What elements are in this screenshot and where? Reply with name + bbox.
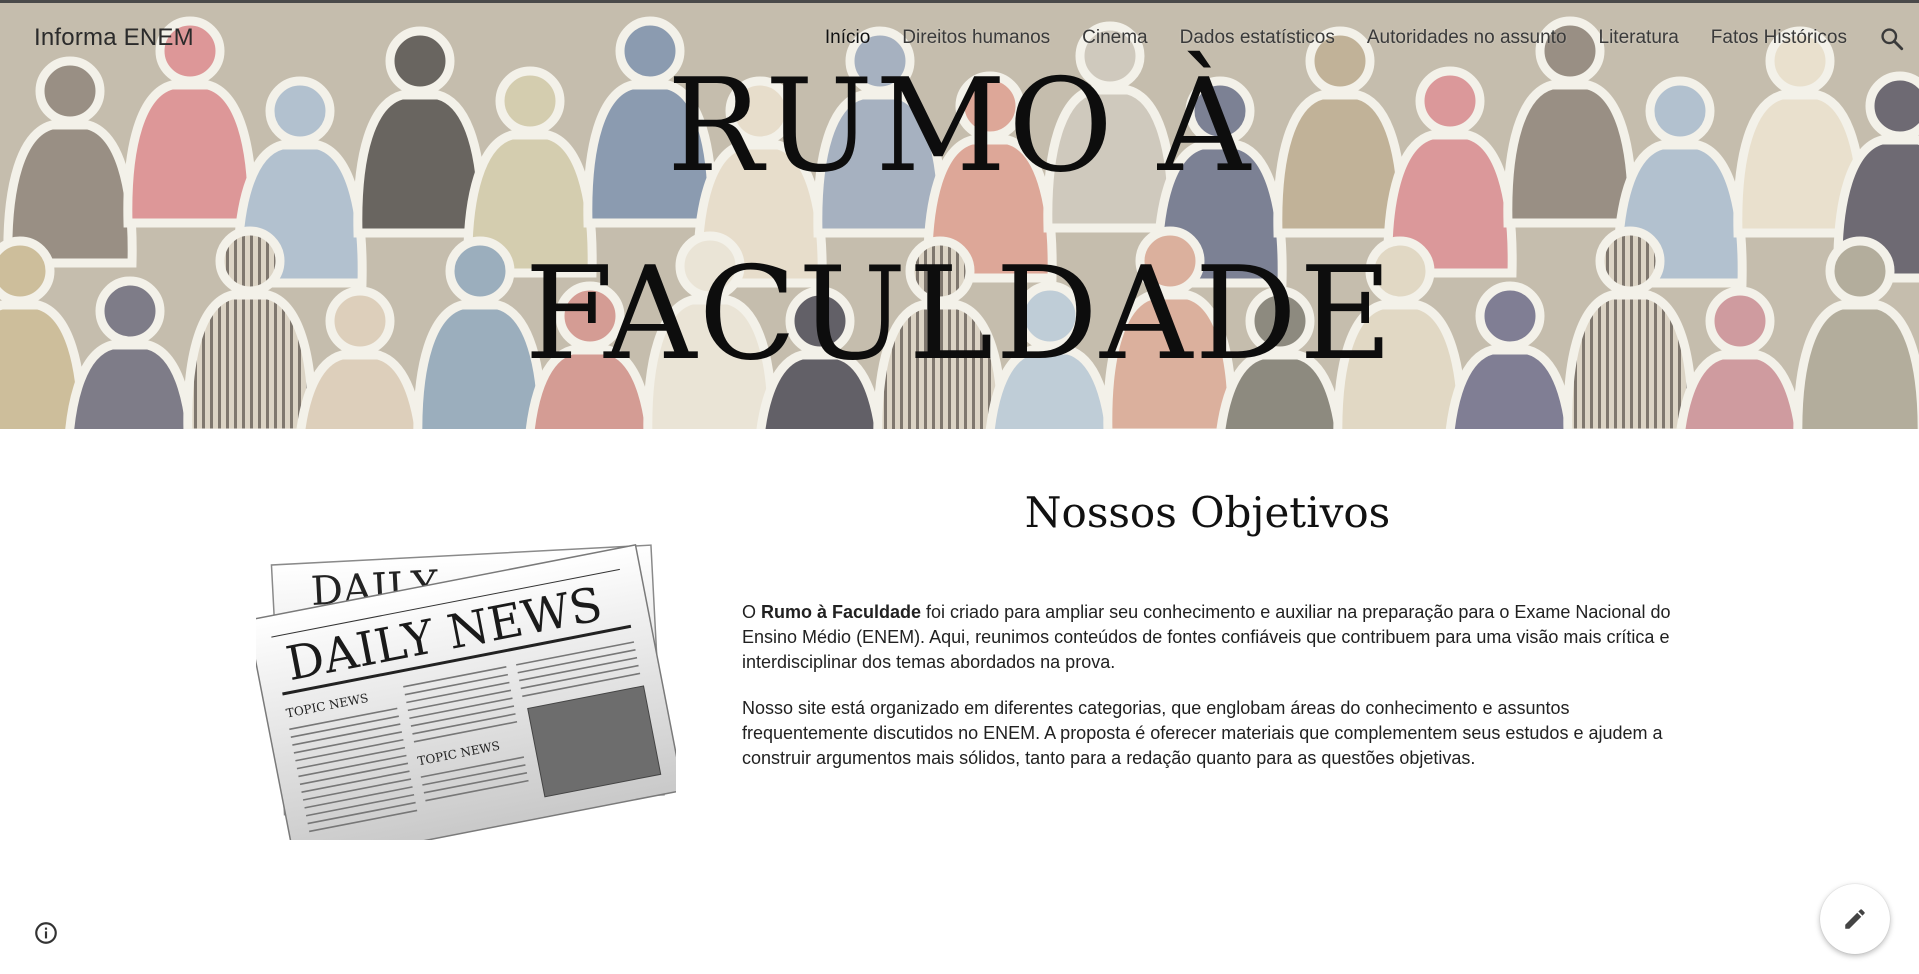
paragraph-1-bold: Rumo à Faculdade [761,602,922,622]
hero-title-line-2: FACULDADE [524,240,1395,389]
main-navigation: Início Direitos humanos Cinema Dados est… [793,27,1847,49]
pencil-icon [1845,909,1865,929]
nav-item-dados-estatisticos[interactable]: Dados estatísticos [1180,27,1335,49]
site-name-link[interactable]: Informa ENEM [34,24,194,52]
objectives-paragraph-2: Nosso site está organizado em diferentes… [742,698,1663,768]
search-button[interactable] [1879,26,1905,52]
nav-item-autoridades[interactable]: Autoridades no assunto [1367,27,1567,49]
edit-button[interactable] [1820,884,1890,954]
newspaper-illustration: DAILY DAILY NEWS TOPIC NEWS TOPIC NEWS [256,544,676,840]
nav-item-literatura[interactable]: Literatura [1599,27,1679,49]
info-icon [35,922,57,944]
site-info-button[interactable] [33,920,59,946]
hero-banner: RUMO À FACULDADE [0,3,1919,429]
nav-item-cinema[interactable]: Cinema [1082,27,1147,49]
nav-item-inicio[interactable]: Início [825,27,870,49]
objectives-paragraph-1: O Rumo à Faculdade foi criado para ampli… [742,600,1672,675]
nav-item-direitos-humanos[interactable]: Direitos humanos [902,27,1050,49]
hero-title-line-1: RUMO À [666,52,1253,201]
nav-item-fatos-historicos[interactable]: Fatos Históricos [1711,27,1847,49]
hero-title: RUMO À FACULDADE [0,33,1919,409]
paragraph-1-prefix: O [742,602,762,622]
search-icon [1881,28,1904,51]
section-heading: Nossos Objetivos [1024,488,1391,537]
